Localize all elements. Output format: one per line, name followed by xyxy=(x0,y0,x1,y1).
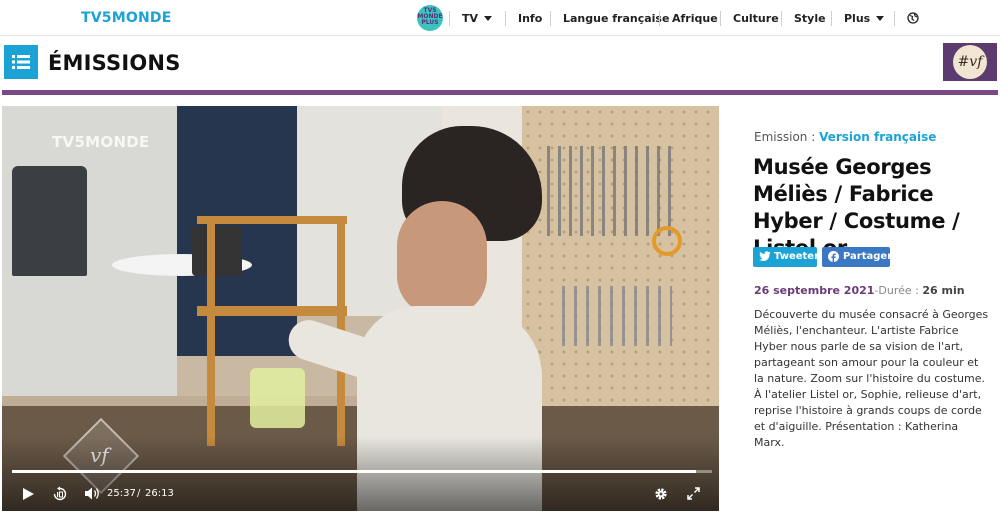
video-scene-scissors xyxy=(652,226,682,256)
play-icon[interactable] xyxy=(22,487,35,501)
current-time: 25:37 xyxy=(107,488,136,499)
chevron-down-icon xyxy=(876,16,885,21)
tv5monde-plus-logo-text: TV5 MONDE PLUS xyxy=(417,7,443,26)
nav-item-langue-francaise[interactable]: Langue française xyxy=(563,12,669,25)
emission-meta: Emission : Version française xyxy=(754,130,936,144)
nav-separator xyxy=(781,11,782,26)
nav-item-culture[interactable]: Culture xyxy=(733,12,779,25)
nav-separator xyxy=(659,11,660,26)
volume-icon[interactable] xyxy=(84,486,101,501)
nav-item-label: Plus xyxy=(844,12,871,25)
channel-watermark: TV5MONDE xyxy=(52,133,150,151)
globe-icon[interactable] xyxy=(907,12,919,24)
time-separator: / xyxy=(137,488,141,499)
nav-item-label: TV xyxy=(462,12,479,25)
facebook-share-button[interactable]: Partager xyxy=(822,247,893,267)
progress-bar[interactable] xyxy=(12,470,712,473)
progress-bar-fill xyxy=(12,470,696,473)
fullscreen-icon[interactable] xyxy=(687,487,700,500)
broadcast-info: 26 septembre 2021-Durée : 26 min xyxy=(754,284,965,297)
nav-item-info[interactable]: Info xyxy=(518,12,542,25)
facebook-share-label: Partager xyxy=(843,251,893,262)
tweet-button-label: Tweeter xyxy=(774,251,820,262)
video-scene-person-head xyxy=(397,201,487,316)
version-francaise-badge-text: #vf xyxy=(953,45,987,79)
nav-separator xyxy=(720,11,721,26)
nav-item-plus[interactable]: Plus xyxy=(844,12,885,25)
tweet-button[interactable]: Tweeter xyxy=(753,247,820,267)
replay-10-icon[interactable] xyxy=(52,486,68,502)
video-scene-press xyxy=(12,166,87,276)
version-francaise-badge[interactable]: #vf xyxy=(943,43,997,81)
nav-separator xyxy=(831,11,832,26)
nav-separator xyxy=(550,11,551,26)
tv5monde-logo[interactable]: TV5MONDE xyxy=(81,10,171,26)
duration-label: -Durée : xyxy=(874,284,923,297)
nav-item-tv[interactable]: TV xyxy=(462,12,493,25)
tv5monde-plus-logo[interactable]: TV5 MONDE PLUS xyxy=(417,5,443,31)
video-scene-jar xyxy=(250,368,305,428)
settings-icon[interactable] xyxy=(654,487,668,501)
video-scene-frame-post xyxy=(207,216,215,446)
episode-title: Musée Georges Méliès / Fabrice Hyber / C… xyxy=(753,155,960,260)
total-duration: 26:13 xyxy=(145,488,174,499)
nav-separator xyxy=(449,11,450,26)
episode-description: Découverte du musée consacré à Georges M… xyxy=(754,308,989,449)
section-menu-button[interactable] xyxy=(4,45,38,79)
nav-separator xyxy=(894,11,895,26)
list-icon xyxy=(12,55,30,69)
section-title: ÉMISSIONS xyxy=(48,51,181,75)
video-scene-frame-bar xyxy=(197,306,347,316)
nav-item-afrique[interactable]: Afrique xyxy=(672,12,718,25)
broadcast-date: 26 septembre 2021 xyxy=(754,284,875,297)
show-link[interactable]: Version française xyxy=(819,130,936,144)
twitter-icon xyxy=(759,251,771,261)
section-divider xyxy=(2,90,998,95)
video-player[interactable]: TV5MONDE vf 25:37 / 26:13 xyxy=(2,106,719,511)
section-header: ÉMISSIONS #vf xyxy=(0,36,1000,96)
video-scene-tools-lower xyxy=(562,286,672,346)
episode-duration: 26 min xyxy=(922,284,965,297)
chevron-down-icon xyxy=(484,16,493,21)
emission-label: Emission : xyxy=(754,130,820,144)
controls-gradient xyxy=(2,436,719,511)
video-scene-orchid xyxy=(192,226,242,276)
top-navigation: TV5MONDE TV5 MONDE PLUS TV Info Langue f… xyxy=(0,0,1000,36)
nav-item-style[interactable]: Style xyxy=(794,12,826,25)
video-scene-sewing-frame xyxy=(197,216,347,224)
video-scene-tools xyxy=(547,146,677,236)
facebook-icon xyxy=(828,251,839,262)
nav-separator xyxy=(505,11,506,26)
